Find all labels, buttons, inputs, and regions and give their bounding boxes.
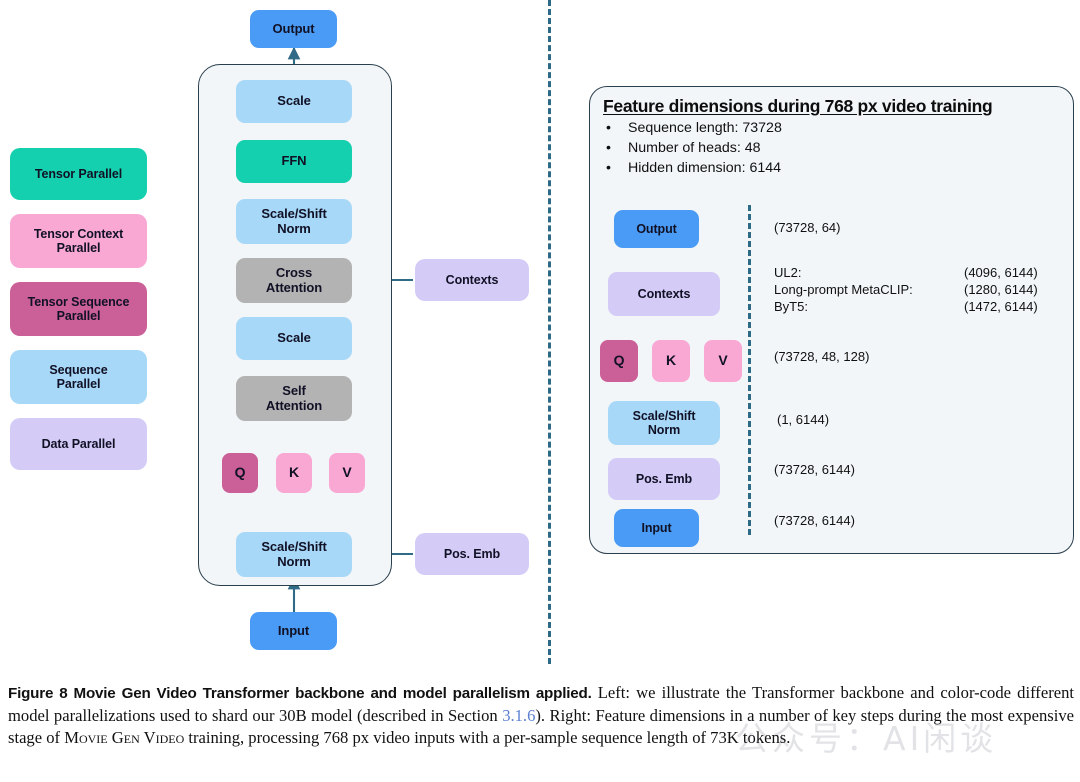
- panel-dim-output: (73728, 64): [774, 220, 841, 235]
- backbone-block-self-attention: Self Attention: [236, 376, 352, 421]
- legend-label: Tensor Sequence Parallel: [27, 295, 130, 323]
- panel-box-pos-emb: Pos. Emb: [608, 458, 720, 500]
- panel-box-label: Q: [613, 352, 625, 369]
- panel-context-name-byt5: ByT5:: [774, 299, 808, 314]
- panel-box-label: Scale/Shift Norm: [632, 409, 696, 437]
- backbone-input-box: Input: [250, 612, 337, 650]
- backbone-v-box: V: [329, 453, 365, 493]
- panel-divider-vertical: [548, 0, 551, 664]
- backbone-block-cross-attention: Cross Attention: [236, 258, 352, 303]
- panel-dim-pos-emb: (73728, 6144): [774, 462, 855, 477]
- bullet-text: Hidden dimension: 6144: [628, 160, 782, 176]
- panel-box-label: Output: [636, 222, 677, 236]
- panel-title: Feature dimensions during 768 px video t…: [603, 96, 993, 116]
- backbone-input-label: Input: [277, 622, 310, 638]
- block-label: Scale: [277, 330, 311, 346]
- block-label: Scale/Shift Norm: [261, 205, 327, 236]
- qkv-label: K: [288, 464, 299, 481]
- qkv-label: V: [342, 464, 352, 481]
- bullet-dot-icon: •: [606, 160, 611, 176]
- backbone-q-box: Q: [222, 453, 258, 493]
- backbone-output-box: Output: [250, 10, 337, 48]
- panel-context-dim-ul2: (4096, 6144): [964, 265, 1038, 280]
- block-label: FFN: [281, 153, 307, 169]
- legend-label: Tensor Parallel: [34, 167, 123, 181]
- figure-area: Tensor Parallel Tensor Context Parallel …: [0, 0, 1080, 670]
- panel-bullet-hidden-dimension: • Hidden dimension: 6144: [606, 160, 781, 176]
- bullet-dot-icon: •: [606, 140, 611, 156]
- panel-box-label: K: [665, 352, 676, 369]
- panel-box-label: V: [718, 352, 728, 369]
- legend-item-tensor-sequence-parallel: Tensor Sequence Parallel: [10, 282, 147, 336]
- caption-smallcaps-model-name: Movie Gen Video: [64, 727, 185, 747]
- caption-body-3: training, processing 768 px video inputs…: [184, 727, 791, 747]
- panel-box-input: Input: [614, 509, 699, 547]
- panel-dim-qkv: (73728, 48, 128): [774, 349, 870, 364]
- panel-box-label: Input: [641, 521, 672, 535]
- caption-section-link[interactable]: 3.1.6: [502, 706, 535, 725]
- panel-dim-scale-shift-norm: (1, 6144): [777, 412, 830, 427]
- panel-bullet-sequence-length: • Sequence length: 73728: [606, 120, 782, 136]
- panel-context-name-metaclip: Long-prompt MetaCLIP:: [774, 282, 913, 297]
- bullet-text: Number of heads: 48: [628, 140, 761, 156]
- legend-item-tensor-context-parallel: Tensor Context Parallel: [10, 214, 147, 268]
- panel-box-label: Contexts: [637, 287, 691, 301]
- bullet-dot-icon: •: [606, 120, 611, 136]
- panel-inner-dashed-divider: [748, 205, 751, 535]
- figure-caption: Figure 8 Movie Gen Video Transformer bac…: [8, 682, 1074, 749]
- side-box-label: Pos. Emb: [443, 547, 501, 561]
- block-label: Scale: [277, 93, 311, 109]
- backbone-contexts-box: Contexts: [415, 259, 529, 301]
- legend-label: Sequence Parallel: [49, 363, 108, 391]
- caption-bold-lead: Figure 8 Movie Gen Video Transformer bac…: [8, 685, 592, 702]
- block-label: Scale/Shift Norm: [261, 538, 327, 569]
- backbone-block-scale-shift-norm-upper: Scale/Shift Norm: [236, 199, 352, 244]
- panel-context-dim-byt5: (1472, 6144): [964, 299, 1038, 314]
- panel-box-scale-shift-norm: Scale/Shift Norm: [608, 401, 720, 445]
- legend-item-data-parallel: Data Parallel: [10, 418, 147, 470]
- backbone-block-scale-shift-norm-lower: Scale/Shift Norm: [236, 532, 352, 577]
- legend-label: Data Parallel: [41, 437, 116, 451]
- panel-box-k: K: [652, 340, 690, 382]
- panel-box-output: Output: [614, 210, 699, 248]
- backbone-output-label: Output: [272, 20, 315, 36]
- panel-box-contexts: Contexts: [608, 272, 720, 316]
- side-box-label: Contexts: [445, 273, 499, 287]
- panel-bullet-number-of-heads: • Number of heads: 48: [606, 140, 761, 156]
- legend-item-sequence-parallel: Sequence Parallel: [10, 350, 147, 404]
- block-label: Self Attention: [265, 382, 323, 413]
- backbone-block-ffn: FFN: [236, 140, 352, 183]
- panel-context-dim-metaclip: (1280, 6144): [964, 282, 1038, 297]
- legend-item-tensor-parallel: Tensor Parallel: [10, 148, 147, 200]
- panel-box-v: V: [704, 340, 742, 382]
- qkv-label: Q: [234, 464, 246, 481]
- backbone-k-box: K: [276, 453, 312, 493]
- backbone-block-scale-top: Scale: [236, 80, 352, 123]
- panel-box-q: Q: [600, 340, 638, 382]
- panel-context-name-ul2: UL2:: [774, 265, 802, 280]
- legend-label: Tensor Context Parallel: [33, 227, 124, 255]
- block-label: Cross Attention: [265, 264, 323, 295]
- panel-dim-input: (73728, 6144): [774, 513, 855, 528]
- backbone-pos-emb-box: Pos. Emb: [415, 533, 529, 575]
- bullet-text: Sequence length: 73728: [628, 120, 782, 136]
- feature-dimensions-panel: Feature dimensions during 768 px video t…: [589, 86, 1074, 554]
- backbone-block-scale-lower: Scale: [236, 317, 352, 360]
- panel-box-label: Pos. Emb: [635, 472, 693, 486]
